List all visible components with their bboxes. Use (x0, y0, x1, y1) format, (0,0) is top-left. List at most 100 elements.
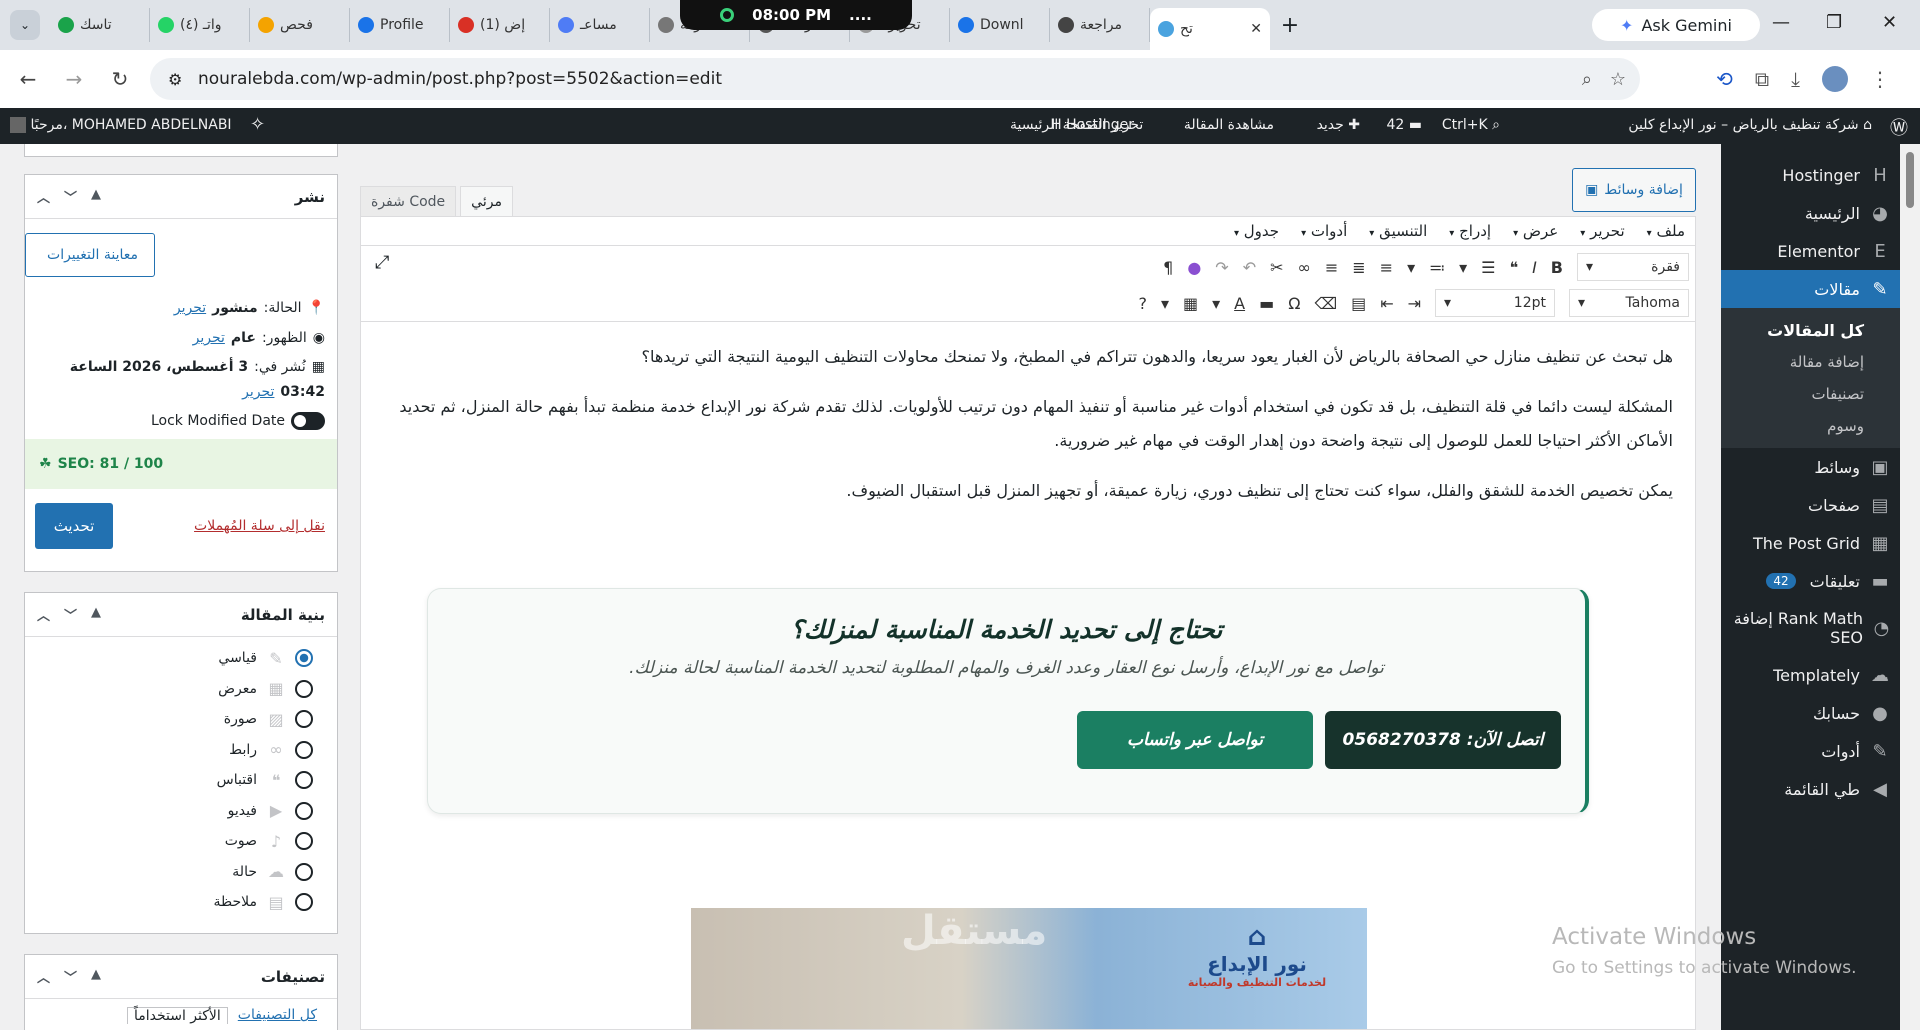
text-color-icon[interactable]: A (1234, 294, 1245, 313)
edit-date-link[interactable]: تحرير (242, 384, 274, 400)
format-radio[interactable] (295, 710, 313, 729)
maximize-icon[interactable]: ❐ (1826, 12, 1842, 33)
ai-assistant-icon[interactable]: ● (1187, 258, 1201, 277)
format-option[interactable]: ❝ اقتباس (25, 765, 337, 796)
submenu-item[interactable]: تصنيفات (1721, 378, 1920, 410)
tab-code[interactable]: شفرة Code (360, 186, 457, 216)
format-option[interactable]: ▦ معرض (25, 674, 337, 705)
browser-menu-icon[interactable]: ⋮ (1870, 67, 1890, 91)
format-radio[interactable] (295, 649, 313, 668)
chevron-down-icon[interactable]: ﹀ (64, 605, 77, 624)
chevron-down-icon[interactable]: ▾ (1161, 294, 1169, 313)
adminbar-site[interactable]: ⌂ شركة تنظيف بالرياض – نور الإبداع كلين (1628, 117, 1872, 133)
format-option[interactable]: ☁ حالة (25, 857, 337, 888)
tab-visual[interactable]: مرئي (460, 186, 513, 216)
menu-item[interactable]: E Elementor (1721, 232, 1920, 270)
clear-format-icon[interactable]: ⌫ (1314, 294, 1337, 313)
adminbar-search[interactable]: ⌕ Ctrl+K (1442, 117, 1500, 133)
scrollbar-thumb[interactable] (1906, 152, 1914, 208)
unlink-icon[interactable]: ✂ (1270, 258, 1283, 277)
menu-item[interactable]: ▬ تعليقات 42 (1721, 562, 1920, 600)
extension-icon[interactable]: ⟲ (1716, 67, 1733, 91)
zoom-icon[interactable]: ⌕ (1582, 69, 1592, 90)
paragraph-select[interactable]: فقرة ▾ (1577, 253, 1689, 281)
editor-menu-item[interactable]: إدراج ▾ (1449, 222, 1491, 240)
adminbar-user[interactable]: مرحبًا، MOHAMED ABDELNABI (10, 117, 232, 133)
seo-score[interactable]: ☘ SEO: 81 / 100 (25, 439, 337, 489)
submenu-item[interactable]: إضافة مقالة (1721, 346, 1920, 378)
menu-item[interactable]: ✎ أدوات (1721, 732, 1920, 770)
chevron-down-icon[interactable]: ▾ (1407, 258, 1415, 277)
download-icon[interactable]: ⤓ (1791, 67, 1800, 91)
paragraph-mark-icon[interactable]: ¶ (1163, 258, 1173, 277)
adminbar-comments[interactable]: ▬ 42 (1386, 117, 1422, 133)
reload-icon[interactable]: ↻ (102, 67, 138, 91)
special-char-icon[interactable]: Ω (1288, 294, 1300, 313)
browser-tab[interactable]: مراجعة (1050, 8, 1150, 42)
browser-tab[interactable]: فحص (250, 8, 350, 42)
browser-tab[interactable]: (1) إض (450, 8, 550, 42)
browser-tab[interactable]: واتـ (٤) (150, 8, 250, 42)
new-tab-button[interactable]: + (1270, 13, 1310, 38)
preview-changes-button[interactable]: معاينة التغييرات (25, 233, 155, 277)
italic-icon[interactable]: I (1532, 258, 1537, 277)
content-image[interactable]: مستقل ⌂ نور الإبداع لخدمات التنظيف والصي… (691, 908, 1367, 1029)
triangle-up-icon[interactable]: ▲ (91, 187, 101, 206)
editor-menu-item[interactable]: ملف ▾ (1647, 222, 1685, 240)
url-input[interactable]: ⚙ nouralebda.com/wp-admin/post.php?post=… (150, 58, 1640, 100)
adminbar-new[interactable]: ✚ جديد (1317, 117, 1360, 133)
ask-gemini-button[interactable]: ✦ Ask Gemini (1592, 9, 1760, 41)
submenu-item[interactable]: وسوم (1721, 410, 1920, 442)
menu-item-posts[interactable]: ✎ مقالات (1721, 270, 1920, 308)
editor-menu-item[interactable]: تحرير ▾ (1580, 222, 1624, 240)
site-info-icon[interactable]: ⚙ (168, 70, 182, 89)
format-option[interactable]: ▨ صورة (25, 704, 337, 735)
browser-tab[interactable]: Downl (950, 8, 1050, 42)
chevron-down-icon[interactable]: ﹀ (64, 187, 77, 206)
chevron-up-icon[interactable]: ︿ (37, 605, 50, 624)
browser-tab[interactable]: تاسك (50, 8, 150, 42)
chevron-down-icon[interactable]: ▾ (1212, 294, 1220, 313)
close-window-icon[interactable]: ✕ (1882, 12, 1897, 33)
forward-icon[interactable]: → (56, 67, 92, 91)
fullscreen-icon[interactable]: ⤢ (375, 252, 389, 273)
edit-status-link[interactable]: تحرير (174, 300, 206, 316)
page-scrollbar[interactable] (1900, 144, 1920, 1030)
format-option[interactable]: ▶ فيديو (25, 796, 337, 827)
editor-menu-item[interactable]: جدول ▾ (1234, 222, 1279, 240)
menu-item[interactable]: ◔ Rank Math إضافة SEO (1721, 600, 1920, 656)
paste-text-icon[interactable]: ▤ (1351, 294, 1366, 313)
editor-menu-item[interactable]: عرض ▾ (1513, 222, 1558, 240)
adminbar-view-post[interactable]: مشاهدة المقالة (1184, 117, 1274, 133)
profile-avatar[interactable] (1822, 66, 1848, 92)
horizontal-rule-icon[interactable]: ▬ (1259, 294, 1274, 313)
browser-tab[interactable]: تح ✕ (1150, 8, 1270, 50)
editor-menu-item[interactable]: التنسيق ▾ (1369, 222, 1427, 240)
update-button[interactable]: تحديث (35, 503, 113, 549)
move-to-trash-link[interactable]: نقل إلى سلة المُهملات (194, 518, 325, 534)
editor-menu-item[interactable]: أدوات ▾ (1301, 222, 1347, 240)
whatsapp-button[interactable]: تواصل عبر واتساب (1077, 711, 1313, 769)
menu-item[interactable]: ▣ وسائط (1721, 448, 1920, 486)
triangle-up-icon[interactable]: ▲ (91, 605, 101, 624)
chevron-up-icon[interactable]: ︿ (37, 187, 50, 206)
format-radio[interactable] (295, 893, 313, 912)
menu-item[interactable]: ▦ The Post Grid (1721, 524, 1920, 562)
font-size-select[interactable]: 12pt ▾ (1435, 289, 1555, 317)
help-icon[interactable]: ? (1138, 294, 1147, 313)
format-radio[interactable] (295, 832, 313, 851)
format-option[interactable]: ♪ صوت (25, 826, 337, 857)
link-icon[interactable]: ∞ (1298, 258, 1311, 277)
ai-sparkle-icon[interactable]: ✧ (250, 114, 265, 135)
format-radio[interactable] (295, 679, 313, 698)
numbered-list-icon[interactable]: ≔ (1429, 258, 1445, 277)
format-radio[interactable] (295, 771, 313, 790)
panel-arrows[interactable]: ︿ ﹀ ▲ (37, 187, 101, 206)
outdent-icon[interactable]: ⇤ (1380, 294, 1393, 313)
menu-item[interactable]: ▤ صفحات (1721, 486, 1920, 524)
back-icon[interactable]: ← (10, 67, 46, 91)
undo-icon[interactable]: ↶ (1243, 258, 1256, 277)
table-icon[interactable]: ▦ (1183, 294, 1198, 313)
lock-modified-toggle[interactable] (291, 412, 325, 430)
format-option[interactable]: ∞ رابط (25, 735, 337, 766)
